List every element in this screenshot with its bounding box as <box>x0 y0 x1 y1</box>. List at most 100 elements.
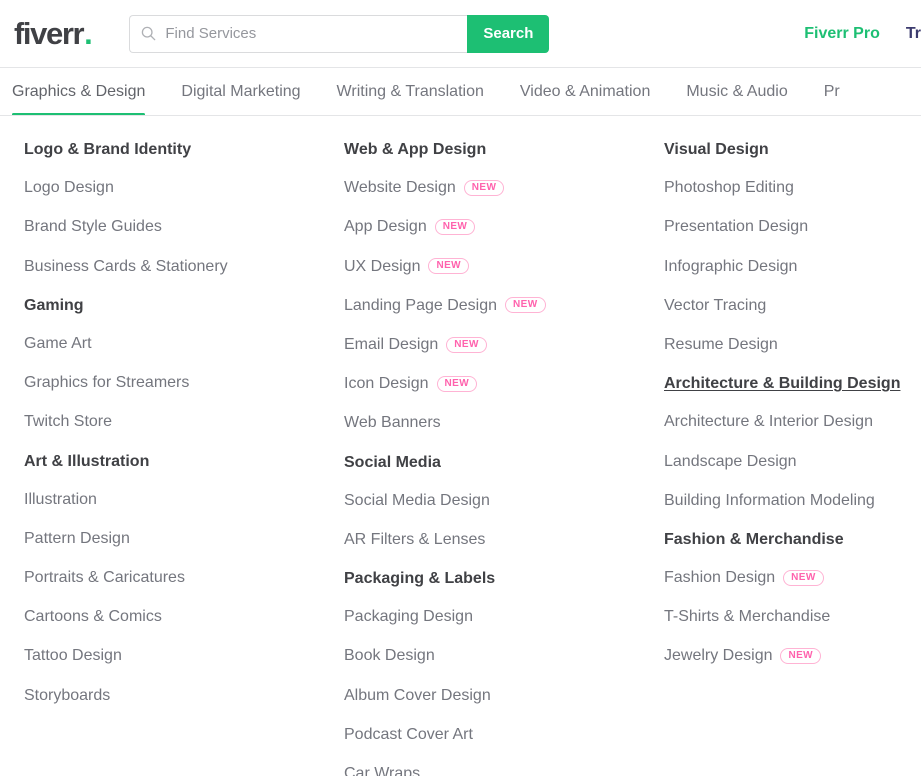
new-badge: NEW <box>505 297 546 314</box>
menu-group: Visual Design Photoshop Editing Presentati… <box>664 140 921 354</box>
menu-group: Fashion & Merchandise Fashion Design NEW T-… <box>664 530 921 666</box>
menu-link[interactable]: AR Filters & Lenses <box>344 530 485 549</box>
menu-group: Web & App Design Website Design NEW App Des… <box>344 140 640 433</box>
menu-link[interactable]: Photoshop Editing <box>664 178 794 197</box>
menu-link[interactable]: App Design <box>344 217 427 236</box>
menu-link[interactable]: Web Banners <box>344 413 441 432</box>
menu-link[interactable]: Portraits & Caricatures <box>24 568 185 587</box>
menu-link[interactable]: Icon Design <box>344 374 429 393</box>
menu-link-row: AR Filters & Lenses <box>344 530 640 549</box>
menu-link-row: UX Design NEW <box>344 257 640 276</box>
menu-group-title[interactable]: Social Media <box>344 453 441 472</box>
search-input[interactable] <box>165 25 468 42</box>
menu-link-row: Podcast Cover Art <box>344 725 640 744</box>
menu-link-row: Vector Tracing <box>664 296 921 315</box>
menu-link-row: Website Design NEW <box>344 178 640 197</box>
menu-link-row: Presentation Design <box>664 217 921 236</box>
menu-link-row: Pattern Design <box>24 529 320 548</box>
mega-menu-dropdown: Logo & Brand Identity Logo Design Brand St… <box>0 116 921 776</box>
menu-link[interactable]: Graphics for Streamers <box>24 373 189 392</box>
menu-link[interactable]: Brand Style Guides <box>24 217 162 236</box>
menu-group-title[interactable]: Fashion & Merchandise <box>664 530 844 549</box>
menu-link[interactable]: Email Design <box>344 335 438 354</box>
menu-link-row: Car Wraps <box>344 764 640 776</box>
menu-link-row: Cartoons & Comics <box>24 607 320 626</box>
menu-link[interactable]: Podcast Cover Art <box>344 725 473 744</box>
menu-group-title[interactable]: Gaming <box>24 296 84 315</box>
menu-link-row: Packaging Design <box>344 607 640 626</box>
try-pro-link[interactable]: Try P <box>906 26 921 42</box>
menu-link-row: Resume Design <box>664 335 921 354</box>
menu-group-title[interactable]: Art & Illustration <box>24 452 149 471</box>
category-tab-label: Pr <box>823 82 840 100</box>
menu-link[interactable]: Cartoons & Comics <box>24 607 162 626</box>
new-badge: NEW <box>780 648 822 665</box>
category-tab-music-audio[interactable]: Music & Audio <box>686 68 787 115</box>
search-button[interactable]: Search <box>467 14 550 53</box>
menu-link-row: Book Design <box>344 646 640 665</box>
menu-link-row: Photoshop Editing <box>664 178 921 197</box>
menu-group: Art & Illustration Illustration Pattern De… <box>24 452 320 705</box>
menu-link[interactable]: Tattoo Design <box>24 646 122 665</box>
menu-group: Gaming Game Art Graphics for Streamers Twit… <box>24 296 320 432</box>
category-tab-pr[interactable]: Pr <box>823 68 840 115</box>
menu-link[interactable]: Packaging Design <box>344 607 473 626</box>
menu-link[interactable]: Building Information Modeling <box>664 491 875 510</box>
menu-link[interactable]: Architecture & Interior Design <box>664 412 873 431</box>
menu-link[interactable]: Twitch Store <box>24 412 112 431</box>
menu-link[interactable]: Resume Design <box>664 335 778 354</box>
mega-menu-column-2: Web & App Design Website Design NEW App Des… <box>320 140 640 776</box>
search-input-container[interactable] <box>129 14 468 53</box>
menu-link-row: Landing Page Design NEW <box>344 296 640 315</box>
category-tab-graphics-design[interactable]: Graphics & Design <box>12 68 146 115</box>
menu-link[interactable]: Game Art <box>24 334 92 353</box>
menu-link[interactable]: Business Cards & Stationery <box>24 257 228 276</box>
menu-group: Architecture & Building Design Architectu… <box>664 374 921 510</box>
menu-link-row: Logo Design <box>24 178 320 197</box>
menu-link[interactable]: Pattern Design <box>24 529 130 548</box>
category-tab-digital-marketing[interactable]: Digital Marketing <box>181 68 301 115</box>
category-tab-writing-translation[interactable]: Writing & Translation <box>337 68 484 115</box>
menu-link-row: Brand Style Guides <box>24 217 320 236</box>
menu-link[interactable]: Presentation Design <box>664 217 808 236</box>
menu-link-row: Business Cards & Stationery <box>24 257 320 276</box>
menu-link-row: Fashion Design NEW <box>664 568 921 587</box>
menu-group-title[interactable]: Logo & Brand Identity <box>24 140 191 159</box>
menu-group: Social Media Social Media Design AR Filter… <box>344 453 640 550</box>
menu-link[interactable]: Jewelry Design <box>664 646 772 665</box>
menu-link[interactable]: Website Design <box>344 178 456 197</box>
menu-link[interactable]: Album Cover Design <box>344 686 491 705</box>
menu-group-title[interactable]: Architecture & Building Design <box>664 374 900 393</box>
search-bar: Search <box>129 14 550 53</box>
menu-link[interactable]: Social Media Design <box>344 491 490 510</box>
menu-group-title[interactable]: Packaging & Labels <box>344 569 495 588</box>
fiverr-logo[interactable]: fiverr. <box>14 18 93 49</box>
category-tab-video-animation[interactable]: Video & Animation <box>519 68 651 115</box>
menu-link[interactable]: Storyboards <box>24 686 110 705</box>
menu-link[interactable]: Illustration <box>24 490 97 509</box>
category-nav: Graphics & Design Digital Marketing Writin… <box>0 68 921 116</box>
mega-menu-column-1: Logo & Brand Identity Logo Design Brand St… <box>0 140 320 776</box>
fiverr-pro-link[interactable]: Fiverr Pro <box>804 26 880 42</box>
menu-link[interactable]: Book Design <box>344 646 435 665</box>
menu-link[interactable]: Logo Design <box>24 178 114 197</box>
menu-link-row: Jewelry Design NEW <box>664 646 921 665</box>
menu-link[interactable]: Landing Page Design <box>344 296 497 315</box>
menu-group-title[interactable]: Web & App Design <box>344 140 486 159</box>
menu-link-row: T-Shirts & Merchandise <box>664 607 921 626</box>
menu-link-row: Web Banners <box>344 413 640 432</box>
menu-link[interactable]: Vector Tracing <box>664 296 766 315</box>
category-tab-label: Video & Animation <box>519 82 651 100</box>
category-tab-label: Digital Marketing <box>181 82 301 100</box>
menu-link-row: Graphics for Streamers <box>24 373 320 392</box>
menu-link[interactable]: Landscape Design <box>664 452 797 471</box>
menu-link[interactable]: Car Wraps <box>344 764 420 776</box>
menu-link-row: Architecture & Interior Design <box>664 412 921 431</box>
menu-link[interactable]: UX Design <box>344 257 420 276</box>
menu-link-row: Infographic Design <box>664 257 921 276</box>
menu-link[interactable]: Infographic Design <box>664 257 797 276</box>
menu-link[interactable]: Fashion Design <box>664 568 775 587</box>
menu-link-row: Illustration <box>24 490 320 509</box>
menu-group-title[interactable]: Visual Design <box>664 140 769 159</box>
menu-link[interactable]: T-Shirts & Merchandise <box>664 607 830 626</box>
